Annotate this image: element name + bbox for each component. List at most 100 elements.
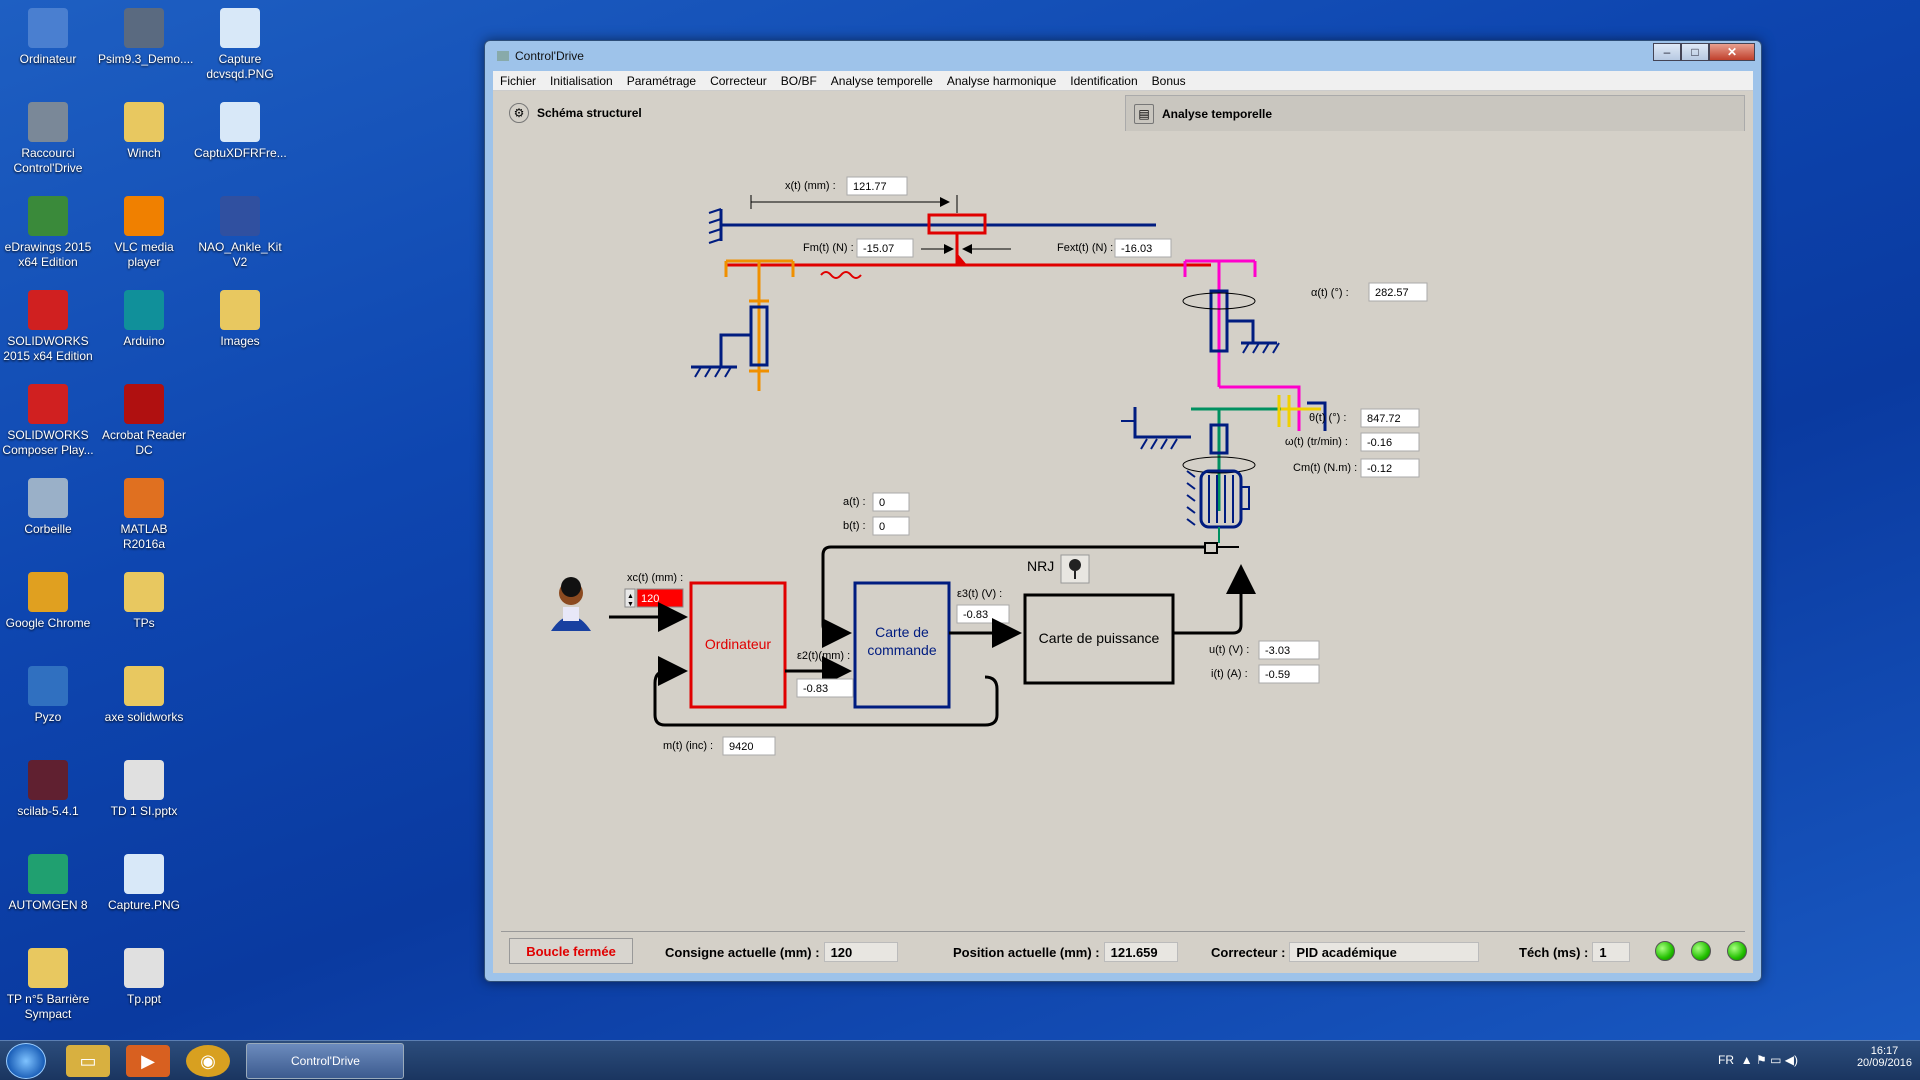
start-button[interactable] <box>6 1043 46 1079</box>
correcteur-label: Correcteur : <box>1211 944 1286 960</box>
tray-icons[interactable]: ▲ ⚑ ▭ ◀) <box>1741 1053 1798 1067</box>
desktop-icon[interactable]: Ordinateur <box>2 8 94 67</box>
tab-label: Analyse temporelle <box>1162 106 1273 121</box>
b-label: b(t) : <box>843 520 866 532</box>
eps3-label: ε3(t) (V) : <box>957 588 1002 600</box>
menu-bonus[interactable]: Bonus <box>1145 74 1193 88</box>
desktop-icon[interactable]: eDrawings 2015 x64 Edition <box>2 196 94 270</box>
menu-correcteur[interactable]: Correcteur <box>703 74 774 88</box>
desktop-icon[interactable]: Google Chrome <box>2 572 94 631</box>
recycle-bin-icon <box>28 478 68 518</box>
desktop-icon-label: scilab-5.4.1 <box>17 804 79 818</box>
desktop-icon[interactable]: Acrobat Reader DC <box>98 384 190 458</box>
maximize-button[interactable]: □ <box>1681 43 1709 61</box>
close-button[interactable]: ✕ <box>1709 43 1755 61</box>
desktop-icon[interactable]: MATLAB R2016a <box>98 478 190 552</box>
theta-value: 847.72 <box>1367 413 1401 425</box>
theta-label: θ(t) (°) : <box>1309 412 1346 424</box>
tech-value: 1 <box>1592 942 1631 962</box>
consigne-item: Consigne actuelle (mm) : 120 <box>665 942 898 962</box>
carte-puissance-label: Carte de puissance <box>1039 630 1160 646</box>
folder-icon <box>124 572 164 612</box>
tab-analyse-temporelle[interactable]: ▤ Analyse temporelle <box>1125 95 1745 131</box>
consigne-value: 120 <box>823 942 898 962</box>
desktop-icon[interactable]: SOLIDWORKS 2015 x64 Edition <box>2 290 94 364</box>
schema-canvas: x(t) (mm) : 121.77 Fm(t) (N): -15.07 Fe… <box>501 131 1745 941</box>
scilab-icon <box>28 760 68 800</box>
desktop-icon-label: SOLIDWORKS Composer Play... <box>2 428 94 457</box>
desktop-icon[interactable]: Corbeille <box>2 478 94 537</box>
desktop-icon[interactable]: Psim9.3_Demo.... <box>98 8 193 67</box>
explorer-taskbar-icon[interactable]: ▭ <box>66 1045 110 1077</box>
chrome-taskbar-icon[interactable]: ◉ <box>186 1045 230 1077</box>
user-avatar-icon <box>551 577 591 631</box>
psim-icon <box>124 8 164 48</box>
desktop-icon[interactable]: Capture dcvsqd.PNG <box>194 8 286 82</box>
taskbar-task-control-drive[interactable]: Control'Drive <box>246 1043 404 1079</box>
fext-value: -16.03 <box>1121 243 1152 255</box>
folder-icon <box>220 290 260 330</box>
desktop-icon[interactable]: TP n°5 Barrière Sympact <box>2 948 94 1022</box>
language-indicator[interactable]: FR <box>1718 1053 1734 1067</box>
menu-analyse-harmonique[interactable]: Analyse harmonique <box>940 74 1063 88</box>
desktop-icon[interactable]: VLC media player <box>98 196 190 270</box>
desktop-icon[interactable]: Winch <box>98 102 190 161</box>
omega-label: ω(t) (tr/min) : <box>1285 436 1348 448</box>
shortcut-icon <box>28 102 68 142</box>
minimize-button[interactable]: – <box>1653 43 1681 61</box>
desktop-icon[interactable]: Images <box>194 290 286 349</box>
desktop-icon[interactable]: Raccourci Control'Drive <box>2 102 94 176</box>
ordinateur-label: Ordinateur <box>705 636 771 652</box>
tab-schema-structurel[interactable]: ⚙ Schéma structurel <box>501 95 1121 131</box>
desktop-icon[interactable]: SOLIDWORKS Composer Play... <box>2 384 94 458</box>
encoder-feedback-line <box>821 545 1205 648</box>
automgen-icon <box>28 854 68 894</box>
alpha-label: α(t) (°) : <box>1311 287 1349 299</box>
i-value: -0.59 <box>1265 669 1290 681</box>
desktop-icon-label: Corbeille <box>24 522 72 536</box>
menu-identification[interactable]: Identification <box>1063 74 1144 88</box>
menu-bar: Fichier Initialisation Paramétrage Corre… <box>493 71 1753 91</box>
carte-commande-label-1: Carte de <box>875 624 929 640</box>
desktop-icon[interactable]: TD 1 SI.pptx <box>98 760 190 819</box>
solidworks-icon <box>28 384 68 424</box>
desktop-icon-label: Raccourci Control'Drive <box>13 146 83 175</box>
image-file-icon <box>124 854 164 894</box>
desktop-icon-label: TD 1 SI.pptx <box>110 804 178 818</box>
carte-commande-label-2: commande <box>867 642 936 658</box>
desktop-icon-label: Images <box>220 334 260 348</box>
window-client: Fichier Initialisation Paramétrage Corre… <box>493 71 1753 973</box>
folder-icon <box>124 666 164 706</box>
menu-parametrage[interactable]: Paramétrage <box>620 74 703 88</box>
desktop-icon[interactable]: NAO_Ankle_Kit V2 <box>194 196 286 270</box>
control-drive-window: Control'Drive – □ ✕ Fichier Initialisati… <box>484 40 1762 982</box>
desktop-icon[interactable]: axe solidworks <box>98 666 190 725</box>
vlc-icon <box>124 196 164 236</box>
task-label: Control'Drive <box>291 1054 360 1068</box>
desktop-icon[interactable]: Arduino <box>98 290 190 349</box>
desktop-icon[interactable]: Capture.PNG <box>98 854 190 913</box>
media-player-taskbar-icon[interactable]: ▶ <box>126 1045 170 1077</box>
i-label: i(t) (A) : <box>1211 668 1248 680</box>
desktop-icon[interactable]: Tp.ppt <box>98 948 190 1007</box>
desktop-icon[interactable]: AUTOMGEN 8 <box>2 854 94 913</box>
title-bar[interactable]: Control'Drive <box>485 41 1761 71</box>
fm-label: Fm(t) (N) : <box>803 242 854 254</box>
fm-value: -15.07 <box>863 243 894 255</box>
menu-initialisation[interactable]: Initialisation <box>543 74 620 88</box>
svg-text:▼: ▼ <box>627 601 634 608</box>
status-led-1 <box>1655 941 1675 961</box>
desktop-icon[interactable]: CaptuXDFRFre... <box>194 102 287 161</box>
desktop-icon[interactable]: scilab-5.4.1 <box>2 760 94 819</box>
menu-fichier[interactable]: Fichier <box>493 74 543 88</box>
mode-button[interactable]: Boucle fermée <box>509 938 633 964</box>
desktop-icon-label: SOLIDWORKS 2015 x64 Edition <box>3 334 93 363</box>
menu-analyse-temporelle[interactable]: Analyse temporelle <box>824 74 940 88</box>
menu-bo-bf[interactable]: BO/BF <box>774 74 824 88</box>
clock[interactable]: 16:17 20/09/2016 <box>1857 1045 1912 1069</box>
desktop-icon[interactable]: TPs <box>98 572 190 631</box>
desktop-icon[interactable]: Pyzo <box>2 666 94 725</box>
desktop-icon-label: TPs <box>133 616 155 630</box>
desktop-icon-label: eDrawings 2015 x64 Edition <box>4 240 92 269</box>
spring-icon <box>820 271 862 279</box>
